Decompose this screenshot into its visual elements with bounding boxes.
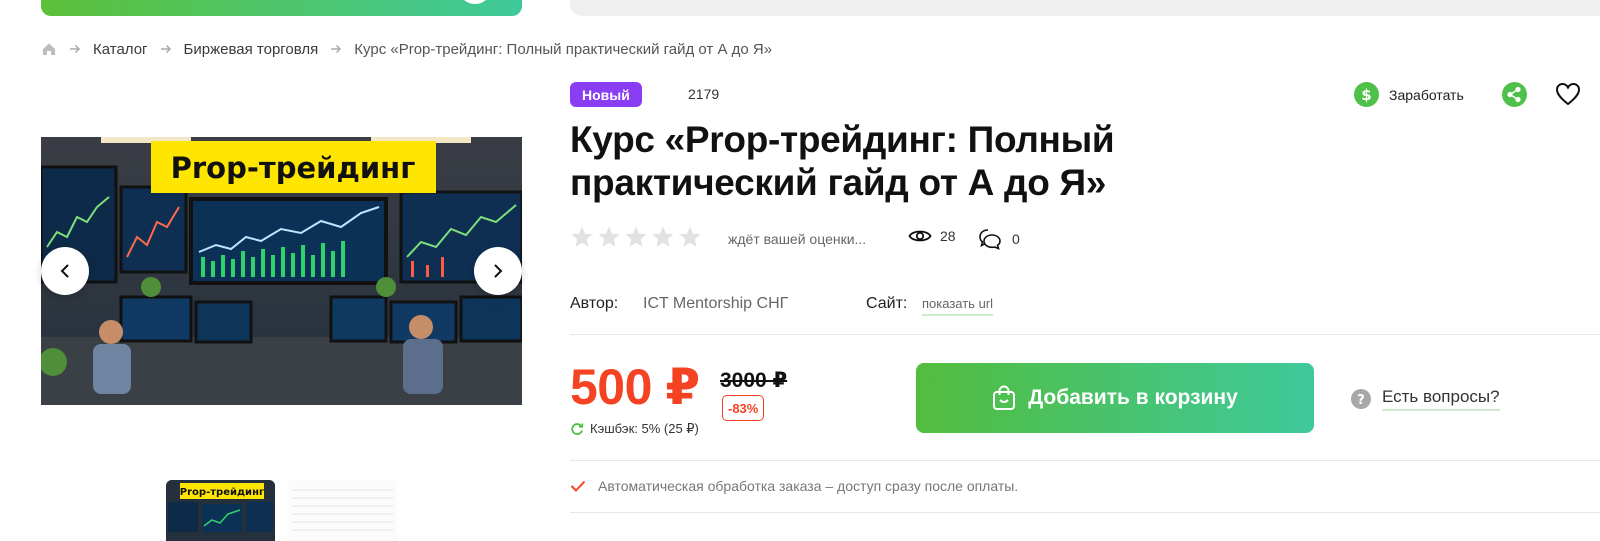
earn-button[interactable]: $ Заработать [1354, 82, 1464, 107]
show-url-link[interactable]: показать url [922, 296, 994, 316]
thumbnail-image: Prop-трейдинг [166, 480, 275, 541]
gallery-thumbnail[interactable] [288, 480, 398, 541]
product-code: 2179 [688, 86, 720, 102]
cashback-text: Кэшбэк: 5% (25 ₽) [590, 421, 699, 436]
chevron-left-icon [60, 264, 69, 278]
share-icon [1502, 82, 1527, 107]
views-counter: 28 [908, 228, 956, 244]
discount-badge: -83% [722, 395, 765, 421]
new-badge: Новый [570, 82, 642, 107]
rating-status: ждёт вашей оценки... [728, 231, 867, 247]
star-icon[interactable] [597, 225, 621, 249]
shopping-bag-icon [993, 385, 1016, 410]
auto-processing-text: Автоматическая обработка заказа – доступ… [598, 478, 1019, 494]
views-count: 28 [940, 228, 956, 244]
breadcrumb: Каталог Биржевая торговля Курс «Prop-тре… [41, 38, 772, 60]
breadcrumb-item-current: Курс «Prop-трейдинг: Полный практический… [354, 40, 773, 58]
author-link[interactable]: ICT Mentorship СНГ [643, 295, 788, 313]
rating-stars[interactable] [570, 225, 702, 249]
product-title: Курс «Prop-трейдинг: Полный практический… [570, 119, 1115, 203]
comments-count: 0 [1012, 231, 1020, 247]
arrow-right-icon [331, 44, 342, 54]
banner-text: Prop-трейдинг [171, 151, 416, 185]
questions-label: Есть вопросы? [1382, 387, 1500, 411]
product-image[interactable]: Prop-трейдинг [41, 137, 522, 405]
star-icon[interactable] [651, 225, 675, 249]
cashback-info: Кэшбэк: 5% (25 ₽) [570, 421, 699, 437]
divider [570, 460, 1600, 461]
arrow-right-icon [160, 44, 171, 54]
earn-label: Заработать [1389, 86, 1464, 103]
svg-text:?: ? [1357, 393, 1365, 408]
checkmark-icon [570, 480, 586, 492]
refresh-icon [571, 423, 584, 435]
author-label: Автор: [570, 295, 619, 312]
svg-text:$: $ [1361, 86, 1371, 104]
star-icon[interactable] [570, 225, 594, 249]
question-icon: ? [1351, 389, 1371, 409]
gallery-thumbnail[interactable]: Prop-трейдинг [166, 480, 275, 541]
breadcrumb-item-catalog[interactable]: Каталог [93, 41, 148, 58]
chevron-right-icon [494, 264, 503, 278]
divider [570, 512, 1600, 513]
favorite-button[interactable] [1555, 82, 1600, 113]
header-button-circle [458, 0, 492, 4]
home-icon[interactable] [41, 41, 57, 57]
share-button[interactable] [1502, 82, 1527, 112]
auto-processing-note: Автоматическая обработка заказа – доступ… [570, 478, 1018, 494]
header-catalog-button[interactable] [41, 0, 522, 16]
site-label: Сайт: [866, 295, 908, 312]
gallery-prev-button[interactable] [41, 247, 89, 295]
heart-icon [1555, 82, 1581, 106]
old-price: 3000 ₽ [720, 369, 788, 392]
questions-link[interactable]: ? Есть вопросы? [1351, 387, 1500, 411]
thumbnail-document-preview [288, 480, 398, 541]
header-search-bar[interactable] [570, 0, 1600, 16]
arrow-right-icon [70, 44, 81, 54]
add-to-cart-label: Добавить в корзину [1028, 386, 1238, 409]
comments-counter[interactable]: 0 [978, 227, 1020, 251]
add-to-cart-button[interactable]: Добавить в корзину [916, 363, 1314, 433]
gallery-next-button[interactable] [474, 247, 522, 295]
trading-office-illustration: Prop-трейдинг [41, 137, 522, 405]
current-price: 500 ₽ [570, 359, 700, 415]
divider [570, 334, 1600, 335]
thumbnail-banner-text: Prop-трейдинг [180, 487, 264, 498]
eye-icon [908, 230, 932, 242]
dollar-icon: $ [1354, 82, 1379, 107]
breadcrumb-item-category[interactable]: Биржевая торговля [184, 41, 319, 58]
star-icon[interactable] [678, 225, 702, 249]
comment-icon [979, 229, 1001, 250]
star-icon[interactable] [624, 225, 648, 249]
